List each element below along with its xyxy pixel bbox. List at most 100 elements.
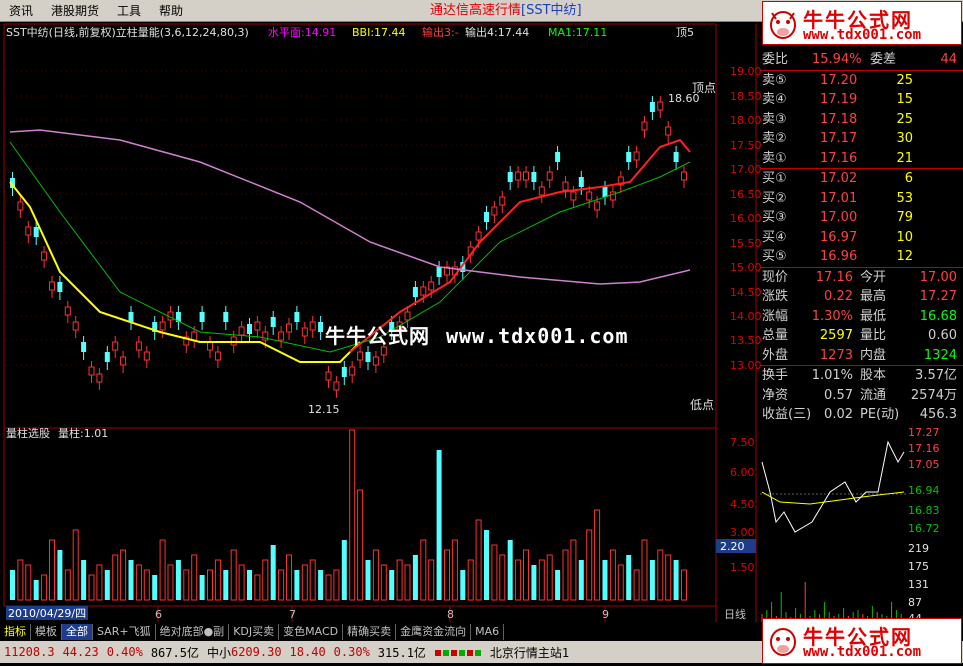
price-axis-label: 13.00 xyxy=(730,359,762,372)
volume-bars[interactable] xyxy=(10,429,687,601)
price-axis-label: 14.00 xyxy=(730,310,762,323)
volume-bar xyxy=(159,539,166,601)
candle-body xyxy=(531,172,537,182)
indicator-tabs: 指标 模板 全部 SAR+飞狐 绝对底部●副 KDJ买卖 变色MACD 精确买卖 金鹰资金流向 M… xyxy=(0,624,760,640)
stat-value: 0.60 xyxy=(928,328,957,343)
stat-label: 流通 xyxy=(860,387,887,403)
tab-1[interactable]: 模板 xyxy=(31,624,62,640)
stat-label: PE(动) xyxy=(860,407,900,422)
stat-label: 股本 xyxy=(860,368,887,383)
volume-bar xyxy=(641,539,648,601)
server-name[interactable]: 北京行情主站1 xyxy=(486,644,573,661)
sell-label: 卖③ xyxy=(762,111,787,127)
volume-bar xyxy=(657,549,664,601)
volume-bar xyxy=(88,574,95,601)
candle-body xyxy=(128,312,134,322)
menu-tools[interactable]: 工具 xyxy=(108,0,150,22)
mini-axis-label: 219 xyxy=(908,542,929,555)
mini-axis-label: 17.05 xyxy=(908,458,940,471)
period-label: 日线 xyxy=(724,607,746,621)
volume-bar xyxy=(262,559,269,601)
volume-bar xyxy=(333,569,340,601)
volume-bar xyxy=(238,564,245,601)
mini-axis-label: 17.27 xyxy=(908,426,940,439)
volume-bar xyxy=(633,569,640,601)
watermark-url: www.tdx001.com xyxy=(445,324,629,348)
candle-body xyxy=(491,206,498,216)
menu-news[interactable]: 资讯 xyxy=(0,0,42,22)
volume-bar xyxy=(357,489,364,601)
volume-bar xyxy=(555,570,561,600)
volume-bar xyxy=(665,554,672,601)
candle-body xyxy=(641,121,648,131)
candle-body xyxy=(523,171,529,181)
stat-row: 收益(三) 0.02 PE(动) 456.3 xyxy=(760,405,963,425)
tab-5[interactable]: KDJ买卖 xyxy=(229,624,280,640)
price-axis-label: 14.50 xyxy=(730,286,762,299)
buy-volume: 79 xyxy=(896,210,913,225)
volume-bar xyxy=(444,549,450,601)
stock-code-title: [SST中纺] xyxy=(521,3,582,18)
candle-body xyxy=(499,196,506,206)
stat-value: 1324 xyxy=(923,347,957,363)
volume-bar xyxy=(278,569,285,601)
tab-2[interactable]: 全部 xyxy=(62,624,93,640)
candle-body xyxy=(286,323,292,333)
volume-bar xyxy=(475,519,482,601)
tab-4[interactable]: 绝对底部●副 xyxy=(156,624,230,640)
volume-bar xyxy=(81,560,87,600)
candle-body xyxy=(681,171,687,181)
volume-bar xyxy=(57,550,63,600)
sell-label: 卖① xyxy=(762,150,787,166)
index2-change: 18.40 xyxy=(289,645,326,659)
month-label: 7 xyxy=(289,608,296,621)
tab-6[interactable]: 变色MACD xyxy=(279,624,344,640)
volume-bar xyxy=(609,549,616,601)
stat-label: 收益(三) xyxy=(762,407,812,422)
volume-bar xyxy=(183,569,190,601)
price-axis-label: 16.50 xyxy=(730,188,762,201)
index1-pct: 0.40% xyxy=(106,645,143,659)
price-axis-label: 18.00 xyxy=(730,114,762,127)
tab-9[interactable]: MA6 xyxy=(471,624,505,640)
volume-bar xyxy=(301,564,308,601)
candle-body xyxy=(515,171,522,181)
menu-help[interactable]: 帮助 xyxy=(150,0,192,22)
date-label: 2010/04/29/四 xyxy=(8,607,86,620)
stat-row: 外盘 1273 内盘 1324 xyxy=(760,346,963,366)
candle-body xyxy=(475,231,482,241)
volume-bar xyxy=(538,559,545,601)
volume-bar xyxy=(318,570,324,600)
price-axis-label: 17.50 xyxy=(730,139,762,152)
volume-bar xyxy=(230,549,237,601)
candle-body xyxy=(238,326,245,336)
stat-value: 3.57亿 xyxy=(915,368,957,383)
volume-bar xyxy=(570,539,577,601)
volume-bar xyxy=(286,554,292,601)
candle-body xyxy=(365,352,371,362)
tab-0[interactable]: 指标 xyxy=(0,624,31,640)
menu-hk-futures[interactable]: 港股期货 xyxy=(42,0,108,22)
stat-row: 涨幅 1.30% 最低 16.68 xyxy=(760,307,963,327)
volume-bar xyxy=(389,570,395,600)
tab-3[interactable]: SAR+飞狐 xyxy=(93,624,156,640)
index1-change: 44.23 xyxy=(62,645,99,659)
stat-row: 现价 17.16 今开 17.00 xyxy=(760,268,963,288)
price-axis-label: 13.50 xyxy=(730,334,762,347)
header-item-3: 输出3:- xyxy=(422,25,459,39)
quote-panel: 委比 15.94% 委差 44 卖⑤ 17.20 25 卖④ 17.19 15 卖③ 17.1… xyxy=(760,50,963,422)
volume-bar xyxy=(325,574,332,601)
buy-label: 买① xyxy=(762,171,787,186)
volume-title: 量柱选股 xyxy=(6,426,50,440)
volume-bar xyxy=(199,575,205,600)
volume-bar xyxy=(673,560,679,600)
volume-bar xyxy=(247,570,252,600)
candle-body xyxy=(49,281,55,291)
stat-value: 17.00 xyxy=(919,269,957,285)
price-axis-label: 19.00 xyxy=(730,65,762,78)
buy-label: 买② xyxy=(762,190,787,206)
tab-7[interactable]: 精确买卖 xyxy=(343,624,397,640)
buy-row: 买③ 17.00 79 xyxy=(760,208,963,228)
sell-volume: 15 xyxy=(896,92,913,107)
tab-8[interactable]: 金鹰资金流向 xyxy=(396,624,472,640)
